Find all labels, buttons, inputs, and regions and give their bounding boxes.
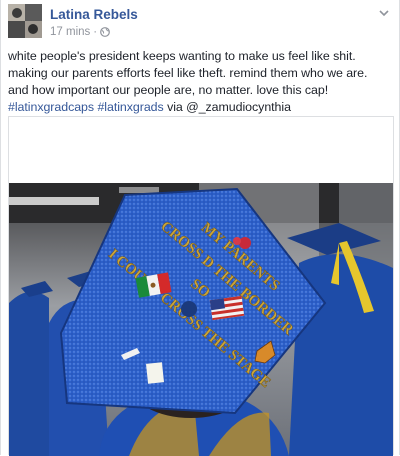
post-header: Latina Rebels 17 mins ·: [8, 4, 391, 40]
mention-text[interactable]: @_zamudiocynthia: [186, 100, 291, 114]
hashtag-latinxgrads[interactable]: #latinxgrads: [97, 100, 163, 114]
post-meta: 17 mins ·: [50, 26, 111, 38]
meta-separator: ·: [93, 26, 98, 38]
via-text: via: [163, 100, 183, 114]
post-body-text: white people's president keeps wanting t…: [8, 49, 368, 97]
hashtag-latinxgradcaps[interactable]: #latinxgradcaps: [8, 100, 94, 114]
globe-icon: [100, 27, 111, 37]
page-avatar[interactable]: [8, 4, 42, 38]
post-attachment[interactable]: MY PARENTS CROSS D THE BORDER SO I COULD…: [8, 116, 394, 456]
chevron-down-icon[interactable]: [377, 6, 391, 20]
page-name-link[interactable]: Latina Rebels: [50, 7, 138, 22]
post-text: white people's president keeps wanting t…: [8, 48, 391, 116]
post-timestamp[interactable]: 17 mins: [50, 26, 90, 38]
facebook-post: Latina Rebels 17 mins · white people's p…: [0, 0, 400, 456]
graduation-cap-photo[interactable]: MY PARENTS CROSS D THE BORDER SO I COULD…: [9, 183, 393, 456]
